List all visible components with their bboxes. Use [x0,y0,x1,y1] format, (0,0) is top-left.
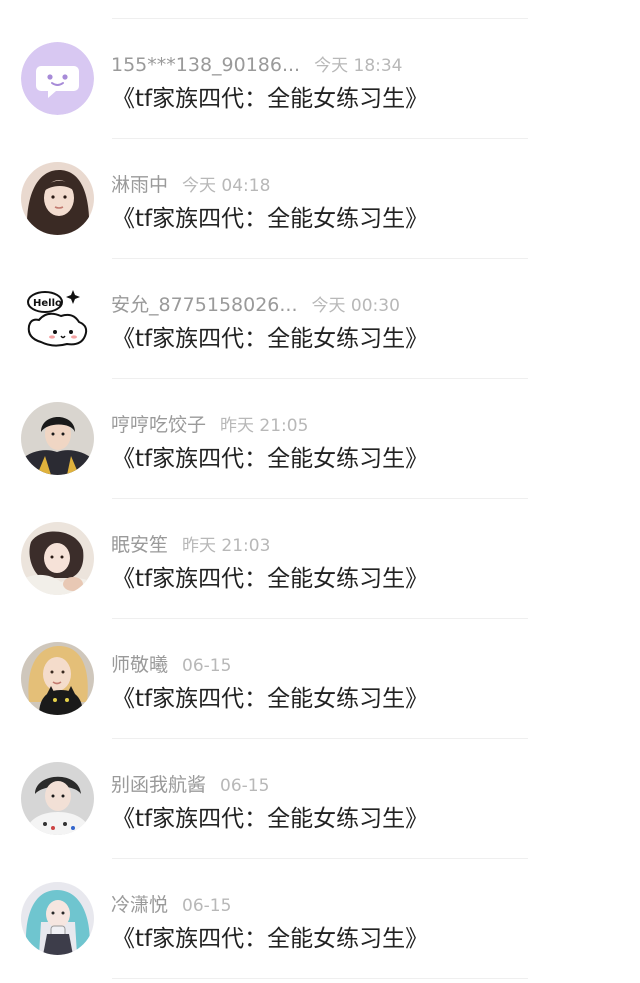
message-preview: 《tf家族四代：全能女练习生》 [112,566,429,592]
avatar[interactable] [21,42,94,115]
user-photo [21,762,94,835]
avatar[interactable] [21,762,94,835]
divider [112,858,528,859]
divider [112,738,528,739]
conversation-row[interactable]: 冷潇悦 06-15 《tf家族四代：全能女练习生》 [0,860,640,980]
conversation-meta: 淋雨中 今天 04:18 [111,173,270,198]
contact-name: 安允_8775158026... [111,294,298,316]
timestamp: 昨天 21:05 [220,416,309,436]
conversation-meta: 别函我航酱 06-15 [111,773,269,798]
timestamp: 昨天 21:03 [182,536,271,556]
message-preview: 《tf家族四代：全能女练习生》 [112,806,429,832]
avatar[interactable] [21,642,94,715]
message-preview: 《tf家族四代：全能女练习生》 [112,446,429,472]
conversation-row[interactable]: 哼哼吃饺子 昨天 21:05 《tf家族四代：全能女练习生》 [0,380,640,500]
hello-sticker-icon: Hello [21,282,94,355]
conversation-list: 155***138_90186... 今天 18:34 《tf家族四代：全能女练习… [0,0,640,983]
divider [112,618,528,619]
timestamp: 06-15 [220,776,270,796]
avatar[interactable] [21,402,94,475]
user-photo [21,162,94,235]
conversation-row[interactable]: 淋雨中 今天 04:18 《tf家族四代：全能女练习生》 [0,140,640,260]
contact-name: 哼哼吃饺子 [111,414,207,436]
divider [112,258,528,259]
avatar[interactable]: Hello [21,282,94,355]
user-photo [21,522,94,595]
message-preview: 《tf家族四代：全能女练习生》 [112,326,429,352]
timestamp: 今天 00:30 [311,296,400,316]
avatar[interactable] [21,522,94,595]
avatar[interactable] [21,162,94,235]
divider [112,978,528,979]
conversation-meta: 师敬曦 06-15 [111,653,231,678]
conversation-meta: 安允_8775158026... 今天 00:30 [111,293,400,318]
user-photo [21,642,94,715]
contact-name: 冷潇悦 [111,894,169,916]
conversation-row[interactable]: 155***138_90186... 今天 18:34 《tf家族四代：全能女练习… [0,20,640,140]
conversation-row[interactable]: 别函我航酱 06-15 《tf家族四代：全能女练习生》 [0,740,640,860]
conversation-meta: 冷潇悦 06-15 [111,893,231,918]
divider [112,138,528,139]
contact-name: 155***138_90186... [111,54,301,76]
user-photo [21,402,94,475]
timestamp: 06-15 [182,656,232,676]
divider [112,378,528,379]
conversation-row[interactable]: Hello 安允_8775158026... 今天 00:30 《tf家族四代：全… [0,260,640,380]
divider [112,18,528,19]
conversation-row[interactable]: 眠安笙 昨天 21:03 《tf家族四代：全能女练习生》 [0,500,640,620]
timestamp: 06-15 [182,896,232,916]
message-preview: 《tf家族四代：全能女练习生》 [112,86,429,112]
contact-name: 师敬曦 [111,654,169,676]
conversation-meta: 155***138_90186... 今天 18:34 [111,53,403,78]
divider [112,498,528,499]
conversation-row[interactable]: 师敬曦 06-15 《tf家族四代：全能女练习生》 [0,620,640,740]
conversation-meta: 眠安笙 昨天 21:03 [111,533,270,558]
svg-text:Hello: Hello [33,298,62,309]
contact-name: 别函我航酱 [111,774,207,796]
message-preview: 《tf家族四代：全能女练习生》 [112,686,429,712]
message-preview: 《tf家族四代：全能女练习生》 [112,926,429,952]
timestamp: 今天 18:34 [314,56,403,76]
user-photo [21,882,94,955]
timestamp: 今天 04:18 [182,176,271,196]
message-preview: 《tf家族四代：全能女练习生》 [112,206,429,232]
conversation-meta: 哼哼吃饺子 昨天 21:05 [111,413,308,438]
contact-name: 淋雨中 [111,174,169,196]
contact-name: 眠安笙 [111,534,169,556]
chat-bubble-icon [21,42,94,115]
avatar[interactable] [21,882,94,955]
